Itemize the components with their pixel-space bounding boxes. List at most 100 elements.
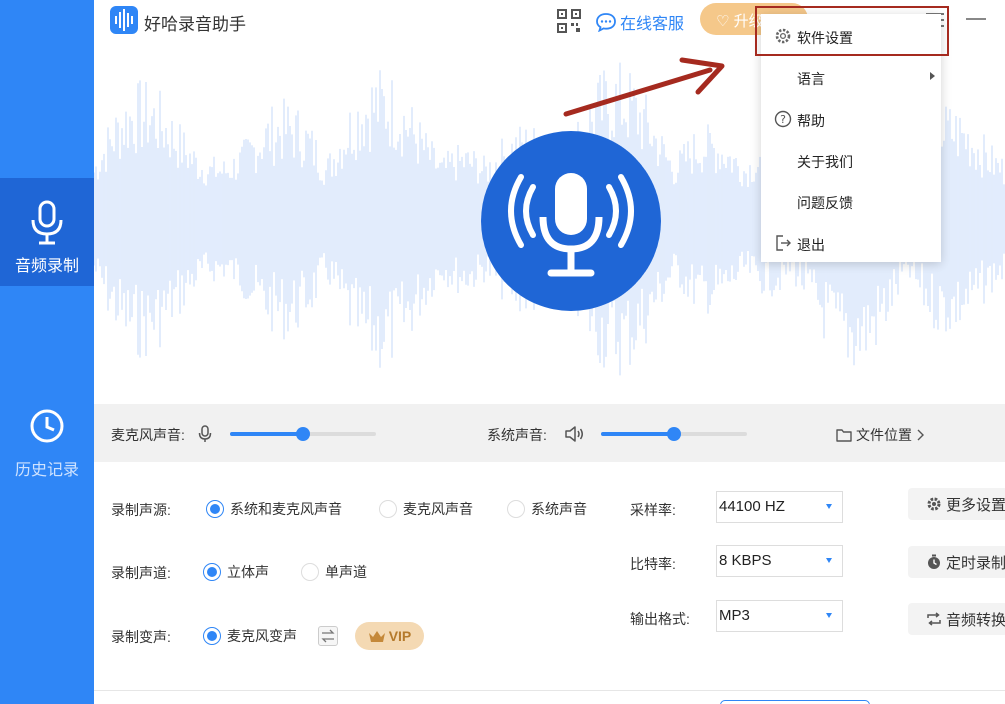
slider-fill [230, 432, 303, 436]
source-option-mic[interactable]: 麦克风声音 [379, 499, 473, 519]
channel-label: 录制声道: [111, 565, 171, 581]
radio-label: 单声道 [325, 564, 367, 580]
sidebar-item-label: 历史记录 [14, 462, 79, 479]
file-location-button[interactable]: 文件位置 [836, 425, 924, 445]
channel-option-stereo[interactable]: 立体声 [203, 562, 269, 582]
caret-down-icon [826, 558, 832, 563]
online-service-label: 在线客服 [620, 16, 685, 33]
menu-item-about[interactable]: 关于我们 [761, 140, 941, 180]
menu-item-label: 退出 [797, 237, 825, 253]
voice-change-option[interactable]: 麦克风变声 [203, 626, 297, 646]
chevron-right-icon [917, 429, 924, 441]
source-option-system[interactable]: 系统声音 [507, 499, 587, 519]
sample-rate-select[interactable]: 44100 HZ [716, 491, 843, 523]
mic-volume-slider[interactable] [230, 427, 376, 441]
swap-icon[interactable] [318, 626, 338, 646]
settings-panel: 录制声源: 系统和麦克风声音 麦克风声音 系统声音 录制声道: 立体声 单声道 … [94, 462, 1005, 704]
more-settings-label: 更多设置 [946, 496, 1005, 514]
caret-down-icon [826, 613, 832, 618]
system-volume-label: 系统声音: [487, 427, 547, 443]
folder-icon [836, 429, 852, 442]
settings-dropdown-menu: 软件设置 语言 ? 帮助 关于我们 问题反馈 退出 [761, 14, 941, 262]
exit-icon [776, 235, 791, 251]
sidebar-item-label: 音频录制 [14, 258, 79, 275]
timer-icon [928, 554, 940, 569]
crown-icon [368, 631, 385, 642]
divider [94, 690, 1005, 691]
system-volume-slider[interactable] [601, 427, 747, 441]
menu-item-label: 问题反馈 [797, 195, 853, 211]
sidebar-item-history[interactable]: 历史记录 [0, 382, 94, 490]
output-format-label: 输出格式: [630, 611, 690, 627]
help-icon: ? [774, 110, 792, 128]
sample-rate-label: 采样率: [630, 502, 676, 518]
output-format-select[interactable]: MP3 [716, 600, 843, 632]
radio-label: 麦克风声音 [403, 501, 473, 517]
timed-record-label: 定时录制 [946, 554, 1005, 572]
minimize-icon[interactable] [966, 18, 986, 20]
menu-item-exit[interactable]: 退出 [761, 223, 941, 263]
radio-label: 立体声 [227, 564, 269, 580]
upgrade-label: 升级 [733, 13, 764, 30]
svg-text:?: ? [780, 113, 786, 126]
microphone-icon [198, 425, 212, 442]
qr-code-icon[interactable] [557, 9, 581, 33]
clock-icon [30, 409, 64, 443]
bit-rate-value: 8 KBPS [719, 552, 772, 569]
caret-down-icon [826, 504, 832, 509]
bottom-button[interactable] [720, 700, 870, 704]
slider-knob[interactable] [667, 427, 681, 441]
app-logo [110, 6, 138, 34]
gear-icon [927, 497, 941, 511]
menu-item-language[interactable]: 语言 [761, 57, 941, 97]
vip-label: VIP [388, 628, 412, 644]
menu-item-label: 帮助 [797, 113, 825, 129]
chat-icon [596, 13, 616, 32]
bit-rate-select[interactable]: 8 KBPS [716, 545, 843, 577]
radio-dot [203, 627, 221, 645]
slider-fill [601, 432, 674, 436]
radio-dot [206, 500, 224, 518]
bit-rate-label: 比特率: [630, 556, 676, 572]
diamond-icon: ♡ [716, 13, 730, 30]
radio-label: 系统声音 [531, 501, 587, 517]
source-label: 录制声源: [111, 502, 171, 518]
audio-convert-button[interactable]: 音频转换 [908, 603, 1005, 635]
timed-record-button[interactable]: 定时录制 [908, 546, 1005, 578]
file-location-label: 文件位置 [856, 427, 912, 443]
speaker-icon [565, 426, 583, 442]
radio-dot [507, 500, 525, 518]
sidebar-item-audio-record[interactable]: 音频录制 [0, 178, 94, 286]
mic-volume-label: 麦克风声音: [111, 427, 185, 443]
source-option-system-and-mic[interactable]: 系统和麦克风声音 [206, 499, 342, 519]
audio-convert-label: 音频转换 [946, 611, 1005, 629]
radio-dot [301, 563, 319, 581]
menu-item-help[interactable]: ? 帮助 [761, 99, 941, 139]
more-settings-button[interactable]: 更多设置 [908, 488, 1005, 520]
output-format-value: MP3 [719, 607, 750, 624]
radio-label: 系统和麦克风声音 [230, 501, 342, 517]
radio-label: 麦克风变声 [227, 628, 297, 644]
channel-option-mono[interactable]: 单声道 [301, 562, 367, 582]
menu-item-feedback[interactable]: 问题反馈 [761, 181, 941, 221]
vip-badge[interactable]: VIP [355, 622, 424, 650]
menu-item-label: 软件设置 [797, 30, 853, 46]
microphone-icon [31, 200, 63, 245]
record-button[interactable] [481, 131, 661, 311]
menu-item-label: 关于我们 [797, 154, 853, 170]
voice-change-label: 录制变声: [111, 629, 171, 645]
app-title: 好哈录音助手 [144, 15, 246, 34]
radio-dot [379, 500, 397, 518]
menu-item-software-settings[interactable]: 软件设置 [761, 16, 941, 56]
radio-dot [203, 563, 221, 581]
sample-rate-value: 44100 HZ [719, 498, 785, 515]
microphone-icon [508, 173, 634, 277]
menu-item-label: 语言 [797, 71, 825, 87]
chevron-right-icon [930, 72, 935, 80]
online-service-button[interactable]: 在线客服 [596, 10, 684, 34]
gear-icon [775, 28, 791, 44]
sidebar: 音频录制 历史记录 [0, 0, 94, 704]
volume-bar: 麦克风声音: 系统声音: 文件位置 [94, 404, 1005, 462]
slider-knob[interactable] [296, 427, 310, 441]
convert-icon [927, 612, 941, 626]
